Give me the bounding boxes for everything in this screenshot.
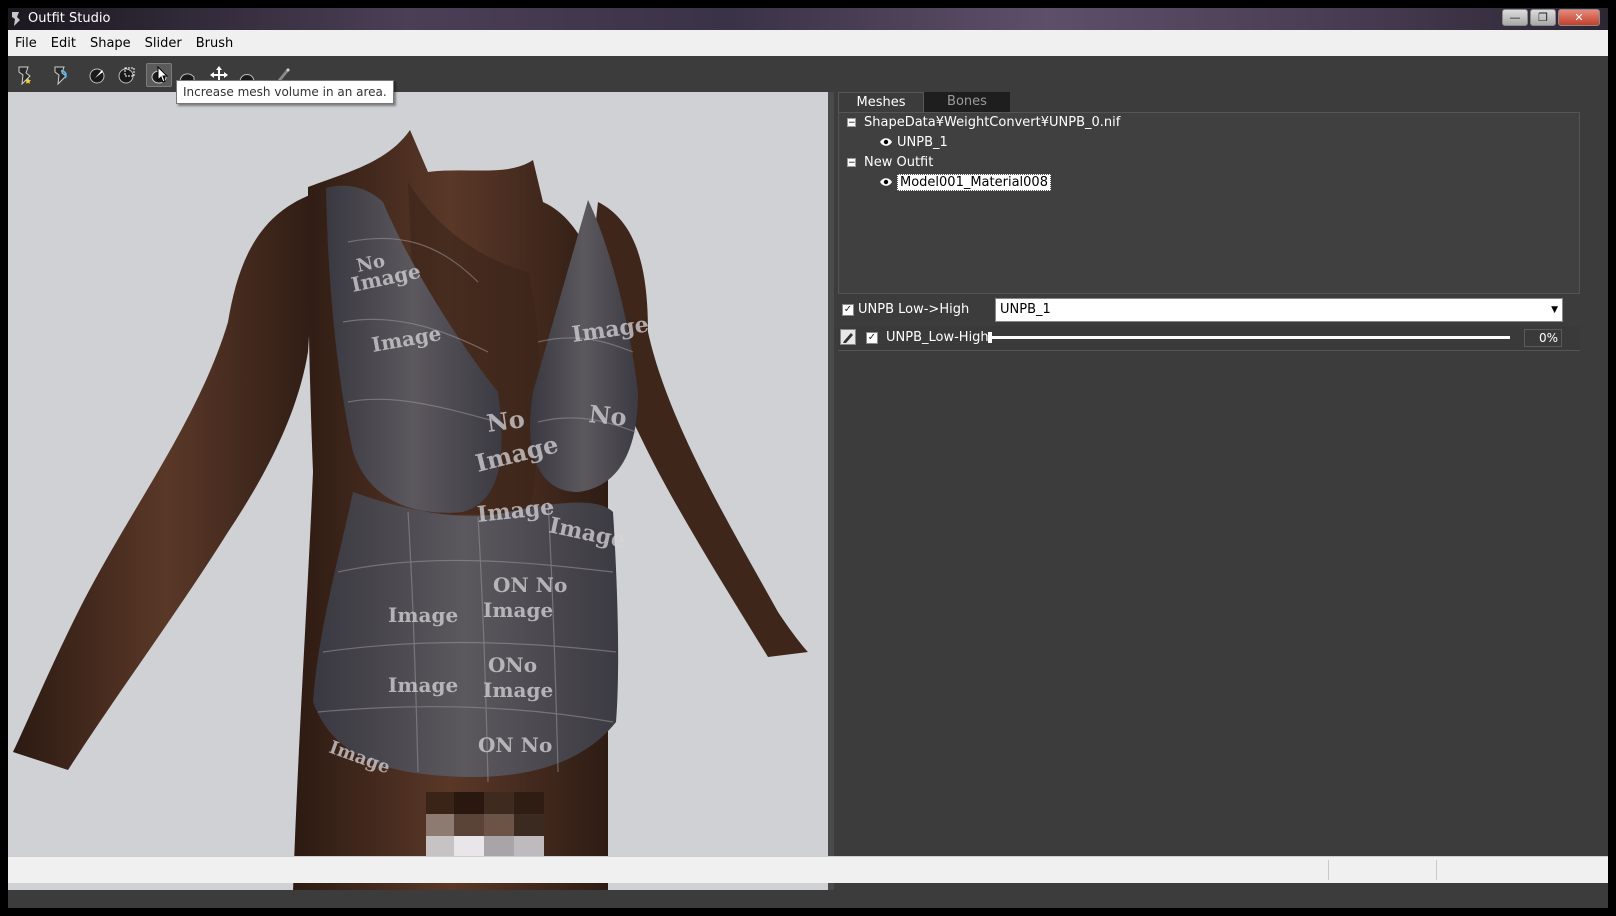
slider-set-dropdown[interactable]: UNPB_1 ▼: [995, 298, 1563, 322]
window-title: Outfit Studio: [28, 11, 111, 26]
slider-edit-button[interactable]: [840, 329, 856, 345]
select-brush-button[interactable]: [84, 63, 110, 87]
tree-group-label: New Outfit: [864, 154, 934, 170]
outfit-studio-window: Outfit Studio — ❐ ✕ File Edit Shape Slid…: [8, 8, 1608, 908]
slider-name: UNPB_Low-High: [886, 330, 989, 345]
pencil-icon: [843, 333, 853, 343]
inflate-brush-button[interactable]: [146, 63, 172, 87]
character-mesh-render: No Image Image No Image Image No Image I…: [13, 130, 808, 890]
minimize-button[interactable]: —: [1502, 9, 1528, 26]
app-icon: [12, 12, 20, 26]
menu-brush[interactable]: Brush: [189, 36, 241, 51]
censor-mosaic: [426, 792, 544, 858]
eye-icon[interactable]: [879, 137, 893, 147]
tab-bones[interactable]: Bones: [924, 92, 1010, 112]
new-project-icon: [18, 66, 31, 85]
title-bar[interactable]: Outfit Studio — ❐ ✕: [8, 8, 1608, 30]
svg-text:ONo: ONo: [488, 653, 537, 677]
svg-text:ON No: ON No: [493, 573, 567, 597]
menu-shape[interactable]: Shape: [83, 36, 138, 51]
tool-tooltip: Increase mesh volume in an area.: [176, 80, 394, 104]
menu-slider[interactable]: Slider: [138, 36, 189, 51]
tab-meshes[interactable]: Meshes: [838, 92, 924, 112]
tree-group-label: ShapeData¥WeightConvert¥UNPB_0.nif: [864, 114, 1121, 130]
mask-brush-button[interactable]: [114, 63, 140, 87]
slider-set-label: UNPB Low->High: [858, 302, 970, 317]
svg-text:Image: Image: [483, 598, 553, 622]
status-field: [1328, 860, 1329, 880]
svg-text:ON No: ON No: [478, 733, 552, 757]
3d-viewport[interactable]: No Image Image No Image Image No Image I…: [8, 92, 828, 890]
menu-edit[interactable]: Edit: [44, 36, 83, 51]
slider-set-row: ✓ UNPB Low->High UNPB_1 ▼: [838, 295, 1580, 325]
tree-item-model001-material008[interactable]: Model001_Material008: [879, 173, 1051, 191]
mesh-tree[interactable]: − ShapeData¥WeightConvert¥UNPB_0.nif UNP…: [838, 112, 1580, 294]
collapse-icon[interactable]: −: [847, 117, 856, 127]
tree-item-unpb-1[interactable]: UNPB_1: [879, 133, 948, 151]
tree-item-label: UNPB_1: [897, 134, 948, 150]
new-project-button[interactable]: [12, 63, 38, 87]
slider-set-checkbox[interactable]: ✓: [842, 304, 854, 316]
window-controls: — ❐ ✕: [1502, 9, 1600, 26]
mouse-cursor-icon: [157, 66, 169, 83]
svg-text:No: No: [587, 399, 628, 432]
maximize-button[interactable]: ❐: [1530, 9, 1556, 26]
tree-group-outfit[interactable]: − New Outfit: [847, 153, 933, 171]
slider-checkbox[interactable]: ✓: [866, 332, 878, 344]
menu-file[interactable]: File: [8, 36, 44, 51]
tree-item-label-selected: Model001_Material008: [897, 173, 1051, 191]
svg-text:Image: Image: [388, 673, 458, 697]
eye-icon[interactable]: [879, 177, 893, 187]
slider-thumb[interactable]: [988, 332, 992, 343]
svg-text:No: No: [485, 404, 527, 438]
slider-row: ✓ UNPB_Low-High 0%: [838, 326, 1580, 351]
svg-text:Image: Image: [388, 603, 458, 627]
panel-tabs: Meshes Bones: [838, 92, 1010, 112]
chevron-down-icon: ▼: [1551, 305, 1558, 315]
status-field: [1436, 860, 1437, 880]
select-brush-icon: [89, 68, 105, 84]
outfit-panel: Meshes Bones − ShapeData¥WeightConvert¥U…: [834, 92, 1608, 890]
status-bar: [8, 856, 1608, 883]
collapse-icon[interactable]: −: [847, 157, 856, 167]
slider-track[interactable]: [988, 336, 1510, 339]
load-project-button[interactable]: [48, 63, 74, 87]
menu-bar: File Edit Shape Slider Brush: [8, 30, 1608, 57]
close-button[interactable]: ✕: [1558, 9, 1600, 26]
svg-text:Image: Image: [483, 678, 553, 702]
tree-group-reference[interactable]: − ShapeData¥WeightConvert¥UNPB_0.nif: [847, 113, 1120, 131]
slider-value-field[interactable]: 0%: [1524, 329, 1562, 347]
slider-set-value: UNPB_1: [1000, 302, 1051, 317]
load-project-icon: [54, 66, 67, 85]
mask-brush-icon: [118, 67, 135, 84]
